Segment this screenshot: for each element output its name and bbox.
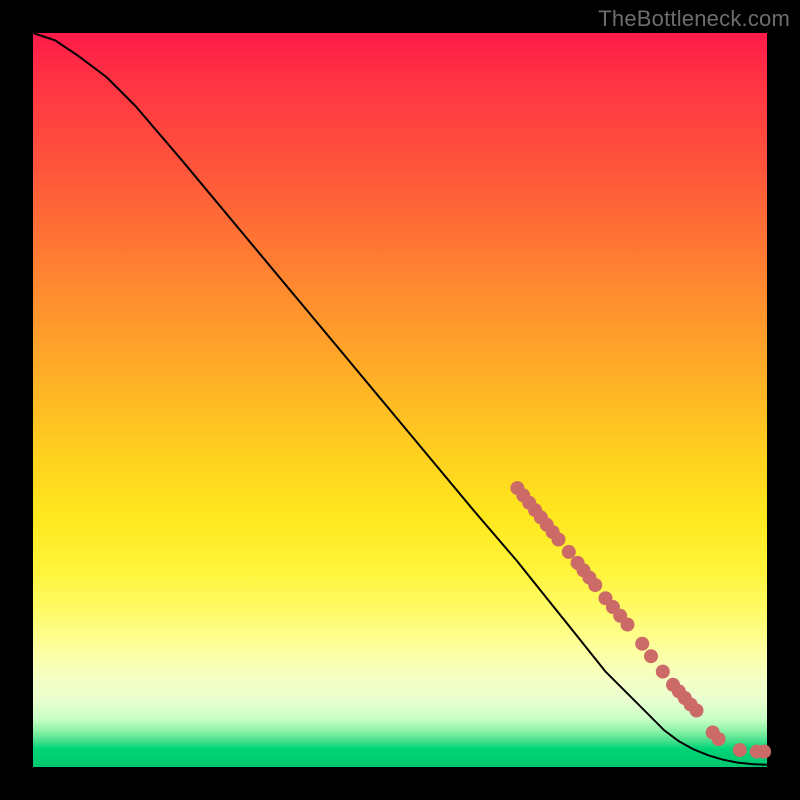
- data-marker: [588, 578, 602, 592]
- data-marker: [635, 637, 649, 651]
- chart-stage: TheBottleneck.com: [0, 0, 800, 800]
- data-marker: [656, 665, 670, 679]
- watermark-text: TheBottleneck.com: [598, 6, 790, 32]
- data-marker: [757, 745, 771, 759]
- data-marker: [552, 533, 566, 547]
- plot-area: [33, 33, 767, 767]
- marker-group: [510, 481, 771, 758]
- data-marker: [712, 732, 726, 746]
- data-marker: [644, 649, 658, 663]
- chart-svg: [33, 33, 767, 767]
- data-marker: [733, 743, 747, 757]
- data-marker: [562, 545, 576, 559]
- data-marker: [621, 618, 635, 632]
- data-marker: [690, 704, 704, 718]
